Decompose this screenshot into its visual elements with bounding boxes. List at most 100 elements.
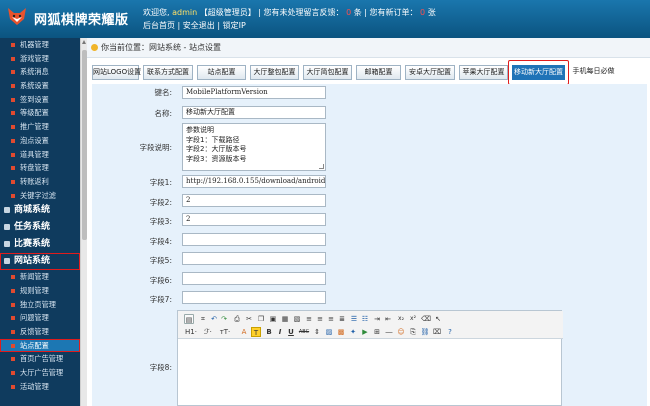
paste-icon[interactable]: ▣ [268,314,278,324]
sidebar-item-pages[interactable]: 独立页管理 [0,298,80,312]
copy-icon[interactable]: ❐ [256,314,266,324]
lock-ip-link[interactable]: 锁定IP [223,21,246,30]
scroll-up-icon[interactable] [82,40,86,44]
link-icon[interactable]: ⛓ [420,327,430,337]
tab-logo-settings[interactable]: 网站LOGO设置 [92,65,141,80]
sidebar: 机器管理 游戏管理 系统消息 系统设置 签到设置 等级配置 推广管理 泡点设置 … [0,38,80,406]
sidebar-item-faq[interactable]: 问题管理 [0,311,80,325]
line-height-icon[interactable]: ⇕ [312,327,322,337]
tab-android-lobby[interactable]: 安卓大厅配置 [405,65,455,80]
feedback-count[interactable]: 0 [346,8,351,17]
order-text: | 您有新订单： [364,8,418,17]
bullet-icon [11,343,15,348]
table-icon[interactable]: ⊞ [372,327,382,337]
tab-email-config[interactable]: 邮箱配置 [356,65,401,80]
page-break-icon[interactable]: ⎘ [408,327,418,337]
unordered-list-icon[interactable]: ☷ [360,314,370,324]
multi-image-icon[interactable]: ▩ [336,327,346,337]
sidebar-item-promotion[interactable]: 推广管理 [0,120,80,134]
sidebar-item-home-ads[interactable]: 首页广告管理 [0,352,80,366]
align-left-icon[interactable]: ≡ [304,314,314,324]
sidebar-item-checkin[interactable]: 签到设置 [0,93,80,107]
paste-text-icon[interactable]: ▦ [280,314,290,324]
sidebar-item-games[interactable]: 游戏管理 [0,52,80,66]
sidebar-scrollbar[interactable] [80,38,87,406]
field3-input[interactable]: 2 [182,213,326,226]
hr-icon[interactable]: ― [384,327,394,337]
flash-icon[interactable]: ✦ [348,327,358,337]
sidebar-category-tasks[interactable]: 任务系统 [0,219,80,236]
redo-icon[interactable]: ↷ [219,314,229,324]
highlight-color-icon[interactable]: T [251,327,261,337]
preview-icon[interactable]: ⌗ [198,314,208,324]
logout-link[interactable]: 安全退出 [183,21,215,30]
sidebar-category-website[interactable]: 网站系统 [0,253,80,271]
field6-input[interactable] [182,272,326,285]
tab-contact-config[interactable]: 联系方式配置 [143,65,193,80]
clear-format-icon[interactable]: ⌫ [421,314,431,324]
help-icon[interactable]: ? [445,327,455,337]
bold-icon[interactable]: B [264,327,274,337]
print-icon[interactable]: ⎙ [232,314,242,324]
subscript-icon[interactable]: x₂ [396,314,406,324]
field2-input[interactable]: 2 [182,194,326,207]
field2-label: 字段2: [149,198,172,207]
cut-icon[interactable]: ✂ [244,314,254,324]
key-input[interactable]: MobilePlatformVersion [182,86,326,99]
ordered-list-icon[interactable]: ☰ [349,314,359,324]
superscript-icon[interactable]: x² [408,314,418,324]
desc-textarea[interactable]: 参数说明 字段1：下载路径 字段2：大厅版本号 字段3：资源版本号 [182,123,326,171]
tab-lobby-lite-package[interactable]: 大厅简包配置 [303,65,352,80]
unlink-icon[interactable]: ⌧ [432,327,442,337]
align-justify-icon[interactable]: ≣ [337,314,347,324]
font-size-dropdown[interactable]: тT· [217,327,233,337]
field4-input[interactable] [182,233,326,246]
resize-grip-icon[interactable] [319,164,324,169]
outdent-icon[interactable]: ⇤ [383,314,393,324]
sidebar-item-news[interactable]: 新闻管理 [0,270,80,284]
sidebar-item-activities[interactable]: 活动管理 [0,380,80,394]
field8-rich-editor[interactable]: ▤ ⌗ ↶ ↷ ⎙ ✂ ❐ ▣ ▦ ▧ ≡ ≡ ≡ ≣ ☰ ☷ ⇥ ⇤ x₂ x… [177,310,563,406]
align-center-icon[interactable]: ≡ [315,314,325,324]
tab-site-config[interactable]: 站点配置 [197,65,246,80]
sidebar-item-keyword-filter[interactable]: 关键字过滤 [0,189,80,203]
text-color-icon[interactable]: A [238,327,250,337]
undo-icon[interactable]: ↶ [209,314,219,324]
order-count[interactable]: 0 [420,8,425,17]
sidebar-item-transfer-rebate[interactable]: 转账返利 [0,175,80,189]
paste-word-icon[interactable]: ▧ [292,314,302,324]
media-icon[interactable]: ▶ [360,327,370,337]
font-family-dropdown[interactable]: ℱ· [201,327,215,337]
sidebar-item-wheel[interactable]: 转盘管理 [0,161,80,175]
sidebar-category-mall[interactable]: 商城系统 [0,202,80,219]
field7-input[interactable] [182,291,326,304]
sidebar-item-system-messages[interactable]: 系统消息 [0,65,80,79]
sidebar-item-site-config[interactable]: 站点配置 [0,338,80,353]
name-input[interactable]: 移动新大厅配置 [182,106,326,119]
sidebar-category-match[interactable]: 比赛系统 [0,236,80,253]
source-icon[interactable]: ▤ [184,314,194,324]
sidebar-item-rules[interactable]: 规则管理 [0,284,80,298]
sidebar-item-robot[interactable]: 机器管理 [0,38,80,52]
field5-input[interactable] [182,252,326,265]
home-link[interactable]: 后台首页 [143,21,175,30]
sidebar-item-system-settings[interactable]: 系统设置 [0,79,80,93]
underline-icon[interactable]: U [286,327,296,337]
indent-icon[interactable]: ⇥ [372,314,382,324]
sidebar-item-bubble-points[interactable]: 泡点设置 [0,134,80,148]
tab-ios-lobby[interactable]: 苹果大厅配置 [459,65,508,80]
sidebar-item-props[interactable]: 道具管理 [0,148,80,162]
italic-icon[interactable]: I [275,327,285,337]
image-icon[interactable]: ▨ [324,327,334,337]
tab-lobby-full-package[interactable]: 大厅整包配置 [250,65,299,80]
align-right-icon[interactable]: ≡ [326,314,336,324]
sidebar-item-levels[interactable]: 等级配置 [0,106,80,120]
strikethrough-icon[interactable]: ABC [298,327,310,337]
heading-dropdown[interactable]: H1· [182,327,200,337]
field1-input[interactable]: http://192.168.0.155/download/android/ [182,175,326,188]
tab-mobile-daily[interactable]: 手机每日必做 [570,65,617,80]
emoticon-icon[interactable]: ☺ [396,327,406,337]
sidebar-item-feedback[interactable]: 反馈管理 [0,325,80,339]
sidebar-item-lobby-ads[interactable]: 大厅广告管理 [0,366,80,380]
select-all-icon[interactable]: ↖ [433,314,443,324]
